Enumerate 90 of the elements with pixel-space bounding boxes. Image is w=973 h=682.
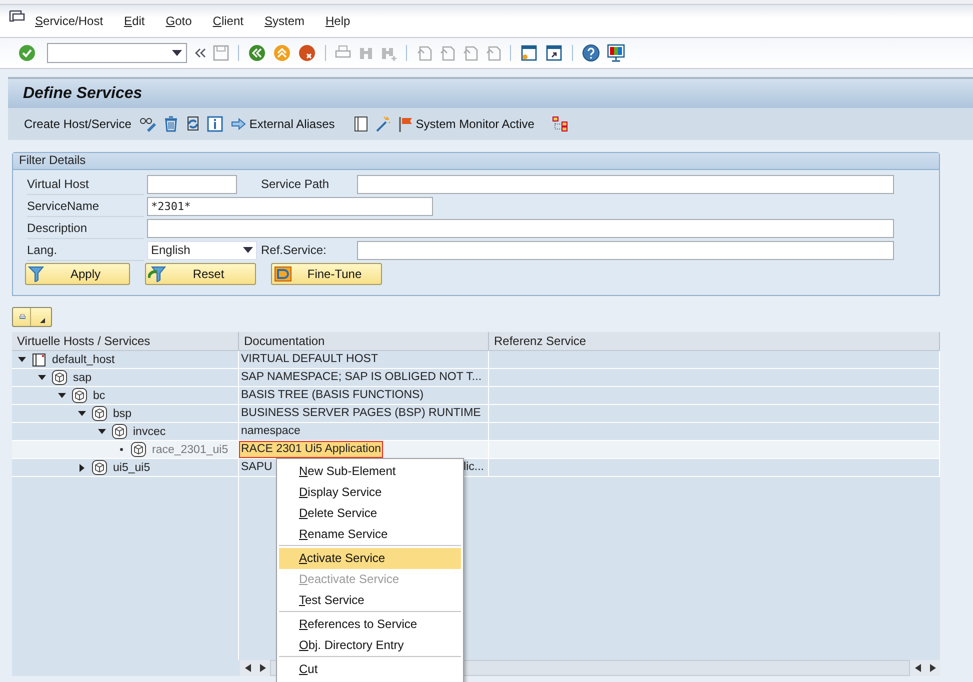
new-window-icon[interactable] [520, 44, 538, 62]
dropdown-arrow-icon[interactable] [172, 50, 182, 56]
documentation-cell: RACE 2301 Ui5 Application [240, 442, 382, 457]
scroll-left-icon[interactable] [244, 664, 250, 672]
panel-title: Filter Details [19, 153, 86, 167]
field-label: Description [27, 218, 144, 238]
glasses-pencil-icon[interactable] [139, 116, 158, 132]
field-label: ServiceName [27, 196, 144, 216]
documentation-cell: namespace [240, 424, 302, 439]
node-name[interactable]: default_host [52, 354, 115, 366]
collapse-arrow-icon[interactable] [18, 357, 26, 362]
column-header[interactable]: Documentation [239, 332, 489, 350]
documentation-cell: lic... [462, 460, 485, 475]
field-label: Service Path [260, 177, 330, 191]
collapse-icon[interactable] [194, 48, 206, 58]
menu-item[interactable]: Edit [124, 14, 145, 28]
scroll-left-icon[interactable] [914, 664, 920, 672]
cancel-icon[interactable] [298, 44, 316, 62]
documentation-cell: SAPU [240, 460, 274, 475]
menu-item[interactable]: Client [212, 14, 244, 28]
back-icon[interactable] [248, 44, 266, 62]
shortcut-icon[interactable] [545, 44, 563, 62]
monitor-icon[interactable] [607, 44, 625, 62]
menu-item[interactable]: Goto [166, 14, 192, 28]
system-monitor-button[interactable]: System Monitor Active [396, 116, 536, 132]
magic-wand-icon[interactable] [374, 116, 391, 132]
book-icon[interactable] [352, 116, 369, 132]
node-name[interactable]: ui5_ui5 [113, 462, 150, 474]
input-field[interactable] [357, 240, 894, 260]
reset-button[interactable]: Reset [145, 263, 256, 285]
field-label: Ref.Service: [260, 243, 328, 257]
collapse-arrow-icon[interactable] [98, 429, 106, 434]
menu-item[interactable]: System [264, 14, 304, 28]
screen-title: Define Services [23, 84, 142, 102]
tune-icon [274, 266, 292, 282]
field-label: Lang. [27, 240, 144, 260]
context-menu-item[interactable]: References to Service [279, 614, 461, 635]
context-menu-item[interactable]: Obj. Directory Entry [279, 635, 461, 657]
collapse-arrow-icon[interactable] [78, 411, 86, 416]
documentation-cell: VIRTUAL DEFAULT HOST [240, 352, 379, 367]
expand-arrow-icon[interactable] [78, 464, 86, 472]
dropdown-value: English [151, 242, 190, 258]
trash-icon[interactable] [163, 116, 180, 132]
language-dropdown[interactable]: English [147, 240, 257, 260]
context-menu-item[interactable]: Test Service [279, 590, 461, 612]
column-header[interactable]: Referenz Service [489, 332, 940, 350]
input-field[interactable] [147, 218, 894, 238]
info-icon[interactable] [207, 116, 224, 132]
print-menu-button[interactable] [12, 307, 52, 327]
external-aliases-button[interactable]: External Aliases [229, 117, 337, 131]
menu-icon[interactable] [9, 10, 25, 24]
dropdown-arrow-icon[interactable] [243, 247, 253, 253]
refresh-icon[interactable] [185, 116, 202, 132]
context-menu-item[interactable]: Rename Service [279, 524, 461, 546]
context-menu-item[interactable]: Cut [279, 659, 461, 680]
input-field[interactable] [357, 174, 894, 194]
filter-button[interactable]: Apply [25, 263, 130, 285]
collapse-arrow-icon[interactable] [58, 393, 66, 398]
context-menu-item[interactable]: Delete Service [279, 503, 461, 524]
tune-button[interactable]: Fine-Tune [271, 263, 382, 285]
context-menu-item[interactable]: Activate Service [279, 548, 461, 569]
input-field[interactable] [147, 174, 237, 194]
field-label: Virtual Host [27, 174, 144, 194]
documentation-cell: BUSINESS SERVER PAGES (BSP) RUNTIME [240, 406, 482, 421]
menu-item[interactable]: Service/Host [35, 14, 104, 28]
node-name[interactable]: sap [73, 372, 92, 384]
documentation-cell: SAP NAMESPACE; SAP IS OBLIGED NOT T... [240, 370, 483, 385]
collapse-arrow-icon[interactable] [38, 375, 46, 380]
arrow-right-icon [231, 118, 246, 130]
node-name[interactable]: invcec [133, 426, 166, 438]
flag-icon [398, 116, 413, 132]
create-button[interactable]: Create Host/Service [22, 117, 134, 131]
context-menu-item: Deactivate Service [298, 571, 400, 588]
command-field[interactable] [47, 43, 187, 63]
menu-item[interactable]: Help [326, 14, 350, 28]
filter-reset-icon [148, 266, 166, 282]
input-field[interactable]: *2301* [147, 196, 433, 216]
scroll-right-icon[interactable] [930, 664, 936, 672]
scroll-right-icon[interactable] [260, 664, 266, 672]
check-icon[interactable] [18, 44, 36, 62]
caret-icon [40, 318, 45, 323]
context-menu-item[interactable]: New Sub-Element [279, 461, 461, 482]
help-icon[interactable] [582, 44, 600, 62]
documentation-cell: BASIS TREE (BASIS FUNCTIONS) [240, 388, 425, 403]
hierarchy-icon[interactable] [552, 116, 568, 132]
filter-icon [28, 266, 46, 282]
node-name[interactable]: bsp [113, 408, 132, 420]
context-menu-item[interactable]: Display Service [279, 482, 461, 503]
node-name[interactable]: bc [93, 390, 106, 402]
column-header[interactable]: Virtuelle Hosts / Services [12, 332, 239, 350]
